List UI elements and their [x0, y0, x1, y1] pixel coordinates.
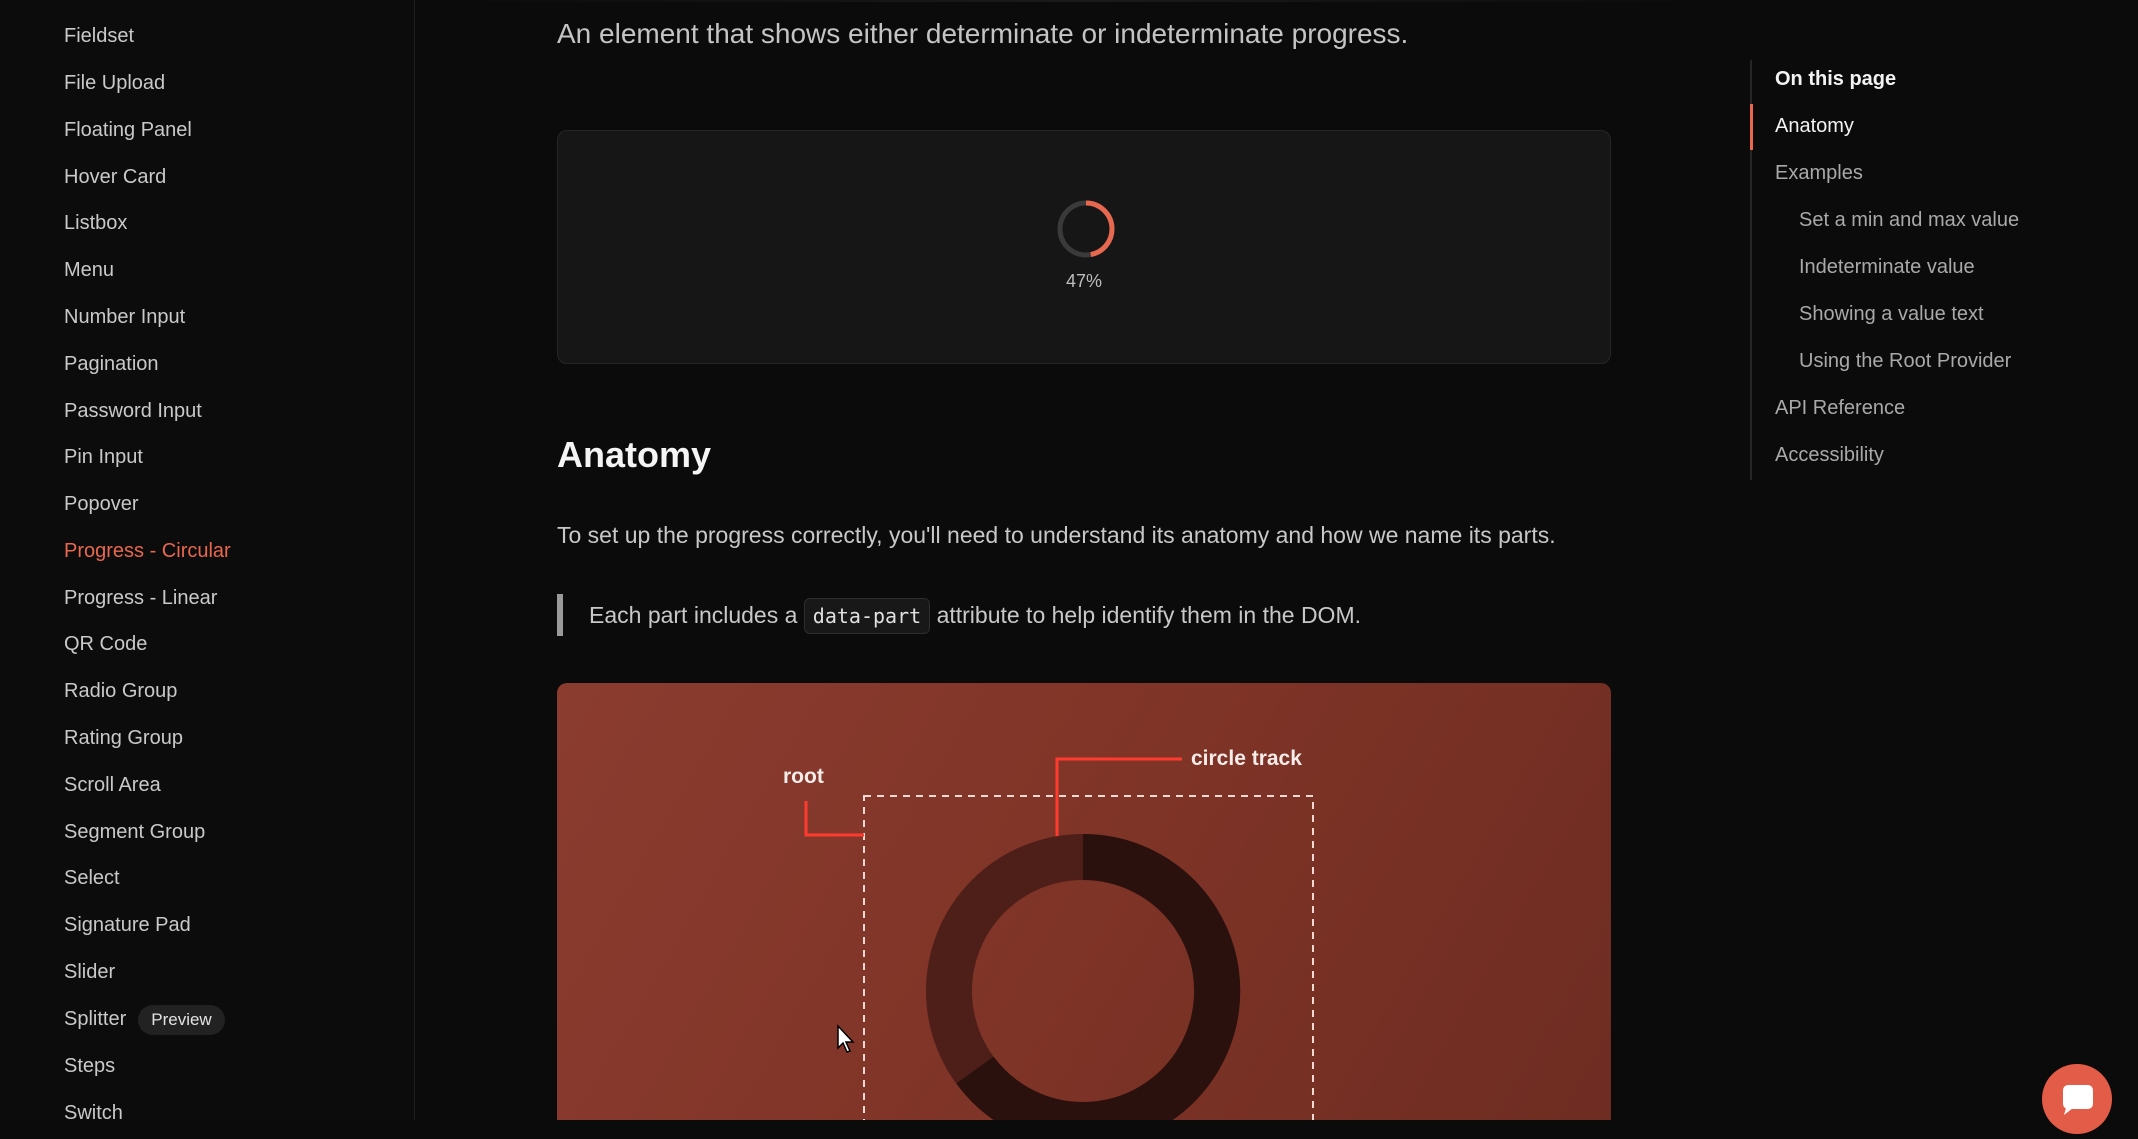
anatomy-paragraph: To set up the progress correctly, you'll… — [557, 522, 1556, 548]
callout-text-after: attribute to help identify them in the D… — [936, 602, 1361, 628]
toc-item-anatomy[interactable]: Anatomy — [1775, 115, 1854, 138]
sidebar-item-qr-code[interactable]: QR Code — [64, 624, 147, 664]
toc-item-value-text[interactable]: Showing a value text — [1799, 303, 1984, 326]
sidebar-item-progress-linear[interactable]: Progress - Linear — [64, 578, 217, 618]
sidebar-item-splitter[interactable]: Splitter Preview — [64, 999, 225, 1039]
sidebar-item-pin-input[interactable]: Pin Input — [64, 437, 143, 477]
sidebar-item-segment-group[interactable]: Segment Group — [64, 812, 205, 852]
toc-item-indeterminate[interactable]: Indeterminate value — [1799, 256, 1975, 279]
sidebar-item-hover-card[interactable]: Hover Card — [64, 157, 166, 197]
callout-text-before: Each part includes a — [589, 602, 798, 628]
sidebar-item-steps[interactable]: Steps — [64, 1046, 115, 1086]
sidebar-item-menu[interactable]: Menu — [64, 250, 114, 290]
main-content: An element that shows either determinate… — [415, 0, 1745, 1120]
sidebar-item-listbox[interactable]: Listbox — [64, 203, 127, 243]
preview-badge: Preview — [138, 1004, 225, 1035]
inline-code: data-part — [803, 598, 931, 634]
anatomy-illustration — [804, 757, 1314, 1120]
on-this-page-toc: On this page Anatomy Examples Set a min … — [1750, 60, 2138, 480]
root-label: root — [783, 765, 824, 788]
progress-value-text: 47% — [1065, 271, 1103, 291]
circular-progress — [1057, 200, 1115, 258]
sidebar-item-signature-pad[interactable]: Signature Pad — [64, 905, 191, 945]
toc-item-examples[interactable]: Examples — [1775, 162, 1863, 185]
sidebar-item-progress-circular[interactable]: Progress - Circular — [64, 531, 231, 571]
anatomy-diagram: root circle track — [557, 683, 1611, 1120]
chat-bubble-icon — [2063, 1085, 2093, 1115]
sidebar-item-rating-group[interactable]: Rating Group — [64, 718, 183, 758]
sidebar-item-slider[interactable]: Slider — [64, 952, 115, 992]
toc-item-min-max[interactable]: Set a min and max value — [1799, 209, 2019, 232]
toc-item-api-reference[interactable]: API Reference — [1775, 397, 1905, 420]
demo-preview: 47% — [557, 130, 1611, 364]
circle-track-label: circle track — [1191, 747, 1302, 770]
toc-item-root-provider[interactable]: Using the Root Provider — [1799, 350, 2011, 373]
mouse-cursor-icon — [837, 1024, 855, 1053]
sidebar-item-select[interactable]: Select — [64, 858, 120, 898]
toc-item-accessibility[interactable]: Accessibility — [1775, 444, 1884, 467]
header-divider — [415, 0, 1745, 2]
sidebar-item-floating-panel[interactable]: Floating Panel — [64, 110, 192, 150]
sidebar-item-scroll-area[interactable]: Scroll Area — [64, 765, 161, 805]
sidebar-item-password-input[interactable]: Password Input — [64, 391, 202, 431]
toc-active-indicator — [1750, 104, 1753, 150]
data-part-callout: Each part includes a data-part attribute… — [557, 594, 1361, 636]
sidebar: Fieldset File Upload Floating Panel Hove… — [0, 0, 415, 1120]
toc-heading: On this page — [1775, 68, 1897, 90]
sidebar-item-radio-group[interactable]: Radio Group — [64, 671, 177, 711]
sidebar-item-number-input[interactable]: Number Input — [64, 297, 185, 337]
section-title-anatomy: Anatomy — [557, 434, 712, 475]
sidebar-item-pagination[interactable]: Pagination — [64, 344, 159, 384]
root-pointer-line — [804, 801, 864, 837]
sidebar-item-fieldset[interactable]: Fieldset — [64, 16, 134, 56]
sidebar-item-popover[interactable]: Popover — [64, 484, 139, 524]
sidebar-item-switch[interactable]: Switch — [64, 1093, 123, 1120]
page-description: An element that shows either determinate… — [557, 18, 1409, 49]
sidebar-item-file-upload[interactable]: File Upload — [64, 63, 165, 103]
sidebar-item-label: Splitter — [64, 1008, 127, 1030]
chat-button[interactable] — [2042, 1064, 2112, 1134]
